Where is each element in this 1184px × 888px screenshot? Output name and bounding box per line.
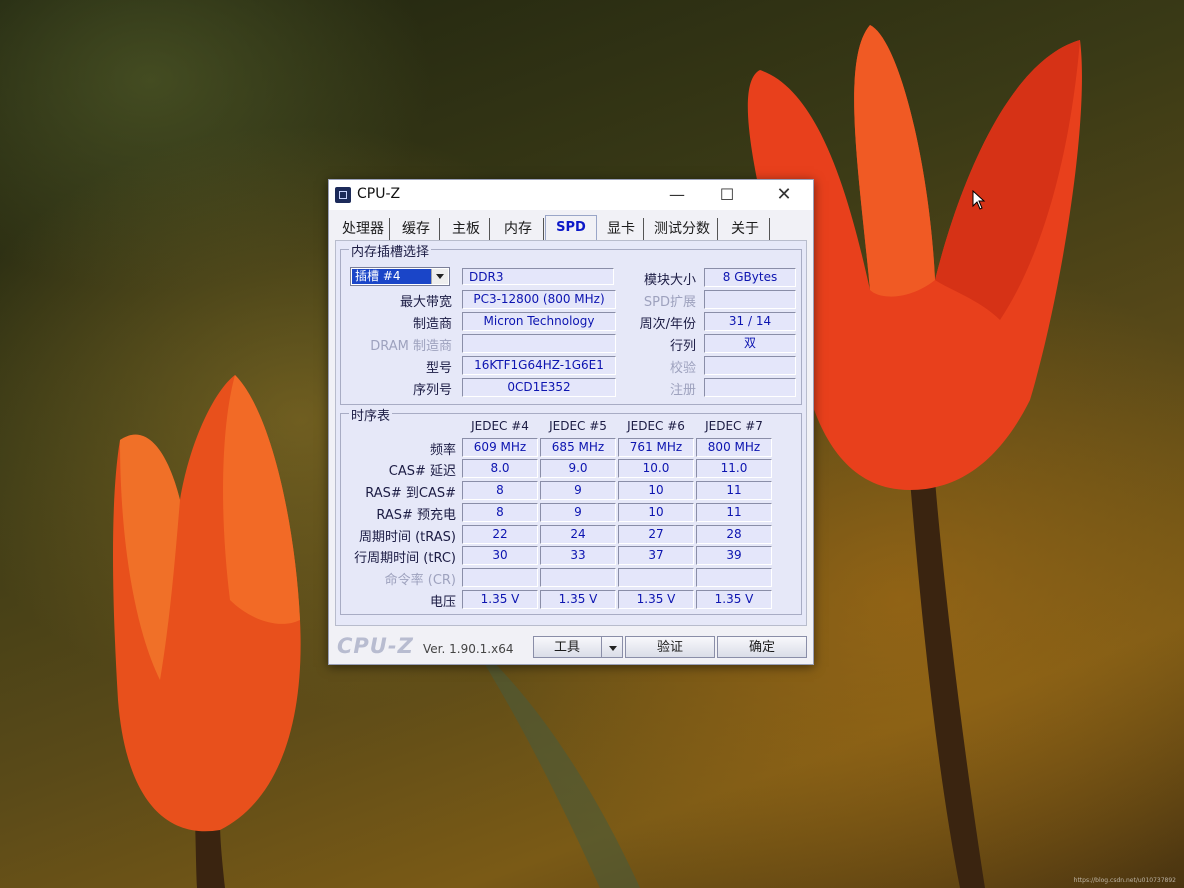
footer-bar: CPU-Z Ver. 1.90.1.x64 工具 验证 确定: [329, 632, 813, 664]
tab-graphics[interactable]: 显卡: [599, 218, 644, 240]
timing-cell: 11: [696, 481, 772, 500]
memory-type-value: DDR3: [462, 268, 614, 285]
ok-button[interactable]: 确定: [717, 636, 807, 658]
tools-button-label: 工具: [553, 640, 580, 655]
spd-panel: 内存插槽选择 插槽 #4 DDR3 最大带宽 PC3-12800 (800 MH…: [335, 240, 807, 626]
dram-manufacturer-value: [462, 334, 616, 353]
tab-cache[interactable]: 缓存: [393, 218, 440, 240]
timing-cell: 609 MHz: [462, 438, 538, 457]
timing-cell: 27: [618, 525, 694, 544]
module-size-value: 8 GBytes: [704, 268, 796, 287]
timing-cell: 8: [462, 503, 538, 522]
correction-label: 校验: [669, 361, 696, 376]
timing-row-label: 命令率 (CR): [384, 573, 456, 588]
timing-cell: 1.35 V: [618, 590, 694, 609]
version-text: Ver. 1.90.1.x64: [423, 642, 514, 656]
maximize-button[interactable]: ☐: [709, 184, 745, 206]
timing-cell: 11.0: [696, 459, 772, 478]
spd-ext-value: [704, 290, 796, 309]
registered-label: 注册: [669, 383, 696, 398]
ranks-value: 双: [704, 334, 796, 353]
max-bandwidth-value: PC3-12800 (800 MHz): [462, 290, 616, 309]
max-bandwidth-label: 最大带宽: [399, 295, 452, 310]
week-year-value: 31 / 14: [704, 312, 796, 331]
timing-cell: 8.0: [462, 459, 538, 478]
cpuz-logo: CPU-Z: [337, 634, 414, 658]
manufacturer-label: 制造商: [412, 317, 452, 332]
timing-cell: 28: [696, 525, 772, 544]
close-button[interactable]: ✕: [766, 184, 802, 206]
timing-cell: 33: [540, 546, 616, 565]
timing-cell: 22: [462, 525, 538, 544]
timing-row-label: 频率: [429, 443, 456, 458]
part-number-label: 型号: [425, 361, 452, 376]
column-header: JEDEC #6: [627, 419, 685, 433]
manufacturer-value: Micron Technology: [462, 312, 616, 331]
timing-cell: 8: [462, 481, 538, 500]
slot-group-title: 内存插槽选择: [349, 241, 432, 260]
timing-cell: [540, 568, 616, 587]
timing-cell: 10: [618, 503, 694, 522]
timing-cell: 9: [540, 503, 616, 522]
tab-spd[interactable]: SPD: [545, 215, 597, 242]
timing-cell: 37: [618, 546, 694, 565]
timing-cell: 24: [540, 525, 616, 544]
tab-processor[interactable]: 处理器: [337, 218, 390, 240]
timing-cell: 685 MHz: [540, 438, 616, 457]
serial-number-label: 序列号: [412, 383, 452, 398]
tools-dropdown-button[interactable]: [601, 636, 623, 658]
dram-manufacturer-label: DRAM 制造商: [370, 339, 452, 354]
watermark-text: https://blog.csdn.net/u010737892: [1073, 877, 1176, 884]
correction-value: [704, 356, 796, 375]
module-size-label: 模块大小: [643, 273, 696, 288]
timing-group-title: 时序表: [349, 405, 393, 424]
title-bar[interactable]: CPU-Z — ☐ ✕: [329, 180, 813, 210]
column-header: JEDEC #4: [471, 419, 529, 433]
cpuz-app-icon: [335, 187, 351, 203]
tab-bench[interactable]: 测试分数: [647, 218, 718, 240]
tab-mainboard[interactable]: 主板: [443, 218, 490, 240]
column-header: JEDEC #5: [549, 419, 607, 433]
validate-button[interactable]: 验证: [625, 636, 715, 658]
timing-row-label: CAS# 延迟: [388, 464, 456, 479]
mouse-cursor-icon: [972, 189, 986, 214]
timing-cell: 10.0: [618, 459, 694, 478]
timing-cell: [618, 568, 694, 587]
timing-row-label: RAS# 到CAS#: [365, 486, 456, 501]
timing-cell: 9: [540, 481, 616, 500]
window-title: CPU-Z: [357, 186, 401, 202]
column-header: JEDEC #7: [705, 419, 763, 433]
timing-cell: 9.0: [540, 459, 616, 478]
chevron-down-icon[interactable]: [431, 269, 448, 284]
tab-about[interactable]: 关于: [721, 218, 770, 240]
serial-number-value: 0CD1E352: [462, 378, 616, 397]
cpuz-window: CPU-Z — ☐ ✕ 处理器 缓存 主板 内存 SPD 显卡 测试分数 关于 …: [328, 179, 814, 665]
chevron-down-icon: [609, 646, 617, 651]
timing-row-label: 周期时间 (tRAS): [358, 530, 456, 545]
timing-cell: 1.35 V: [540, 590, 616, 609]
part-number-value: 16KTF1G64HZ-1G6E1: [462, 356, 616, 375]
timing-cell: [462, 568, 538, 587]
timing-row-label: RAS# 预充电: [376, 508, 456, 523]
timing-row-label: 电压: [429, 595, 456, 610]
timing-cell: 39: [696, 546, 772, 565]
timing-cell: 30: [462, 546, 538, 565]
ranks-label: 行列: [669, 339, 696, 354]
tab-memory[interactable]: 内存: [493, 218, 544, 240]
slot-select[interactable]: 插槽 #4: [350, 267, 450, 286]
timing-cell: 10: [618, 481, 694, 500]
timing-cell: 761 MHz: [618, 438, 694, 457]
timing-cell: [696, 568, 772, 587]
week-year-label: 周次/年份: [639, 317, 696, 332]
spd-ext-label: SPD扩展: [643, 295, 696, 310]
minimize-button[interactable]: —: [659, 184, 695, 206]
slot-select-value: 插槽 #4: [352, 269, 432, 284]
timing-row-label: 行周期时间 (tRC): [354, 551, 456, 566]
registered-value: [704, 378, 796, 397]
timing-cell: 1.35 V: [696, 590, 772, 609]
timing-cell: 11: [696, 503, 772, 522]
timing-cell: 800 MHz: [696, 438, 772, 457]
timing-cell: 1.35 V: [462, 590, 538, 609]
